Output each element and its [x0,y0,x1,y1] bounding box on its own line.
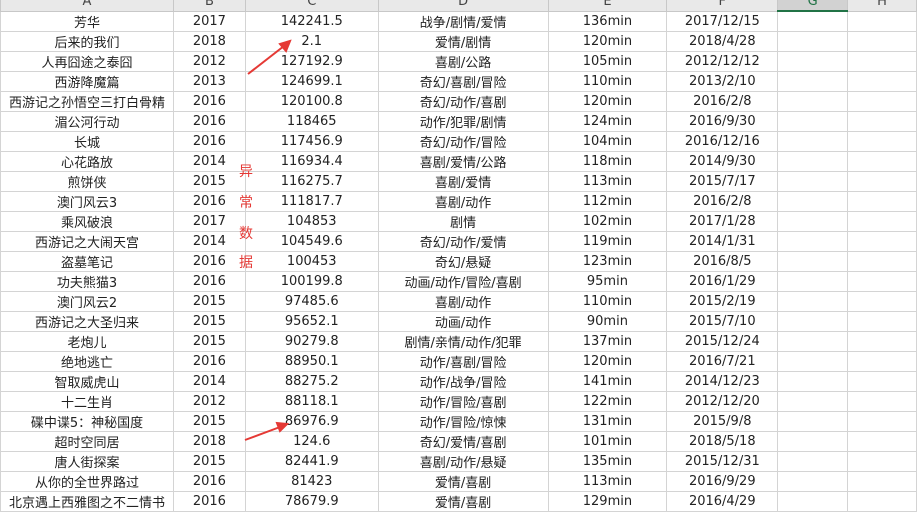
cell[interactable]: 129min [547,490,668,512]
annotation-arrows [244,39,292,441]
cell[interactable]: 78679.9 [244,490,379,512]
table-row: 北京遇上西雅图之不二情书 2016 78679.9 爱情/喜剧 129min 2016/4… [0,490,917,512]
arrow-icon [244,421,290,441]
arrow-icon [247,39,292,75]
cell[interactable]: 2016/4/29 [666,490,779,512]
cell[interactable] [777,490,849,512]
cell[interactable]: 北京遇上西雅图之不二情书 [0,490,174,512]
cell[interactable]: 爱情/喜剧 [377,490,549,512]
cell[interactable]: 2016 [172,490,246,512]
cell[interactable] [847,490,917,512]
